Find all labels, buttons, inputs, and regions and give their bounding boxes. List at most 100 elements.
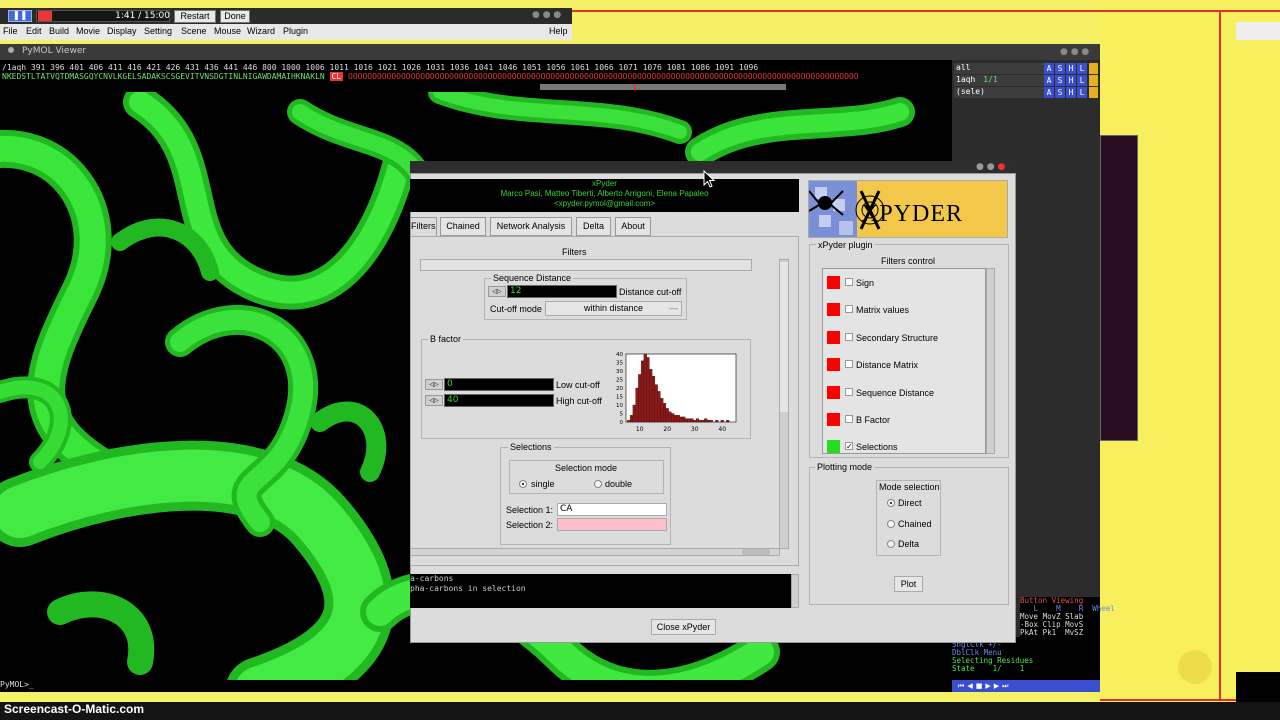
menu-setting[interactable]: Setting [144, 26, 172, 36]
object-a-button[interactable]: A [1044, 87, 1054, 98]
object-row[interactable]: 1aqh 1/1 [954, 75, 1044, 86]
pause-button[interactable]: ❚❚ [8, 10, 32, 22]
object-h-button[interactable]: H [1066, 75, 1076, 86]
object-row[interactable]: (sele) [954, 87, 1044, 98]
done-button[interactable]: Done [220, 10, 250, 23]
object-h-button[interactable]: H [1066, 63, 1076, 74]
sequence-cl[interactable]: CL [329, 72, 344, 81]
filter-color-swatch[interactable] [827, 303, 840, 317]
filter-checkbox[interactable] [845, 278, 853, 286]
object-a-button[interactable]: A [1044, 63, 1054, 74]
restart-button[interactable]: Restart [174, 10, 216, 23]
tab-about[interactable]: About [615, 217, 651, 236]
low-cutoff-spinner[interactable]: ◁▷ [425, 379, 443, 390]
object-color-button[interactable] [1089, 87, 1098, 98]
object-l-button[interactable]: L [1077, 87, 1087, 98]
filter-checkbox[interactable] [845, 387, 853, 396]
rewind-icon[interactable]: ⏮ [958, 682, 964, 691]
histogram-bar [629, 415, 634, 423]
plot-mode-radio-direct[interactable] [887, 499, 895, 507]
menu-plugin[interactable]: Plugin [283, 26, 308, 36]
menu-edit[interactable]: Edit [26, 26, 42, 36]
xpyder-window-controls-icon[interactable]: ● ● ● [976, 162, 1012, 172]
viewer-title: PyMOL Viewer [22, 46, 87, 56]
menu-build[interactable]: Build [49, 26, 69, 36]
log-scrollbar[interactable] [791, 574, 799, 608]
distance-cutoff-input[interactable]: 12 [507, 285, 617, 298]
tab-chained[interactable]: Chained [440, 217, 486, 236]
command-line[interactable]: PyMOL>_ [0, 680, 952, 692]
stop-icon[interactable]: ■ [976, 682, 983, 691]
filter-checkbox[interactable] [845, 332, 853, 341]
filter-color-swatch[interactable] [827, 358, 840, 372]
sequence-viewer[interactable]: /1aqh 391 396 401 406 411 416 421 426 43… [0, 60, 952, 92]
object-s-button[interactable]: S [1055, 75, 1065, 86]
plot-button[interactable]: Plot [894, 576, 923, 592]
close-xpyder-button[interactable]: Close xPyder [651, 619, 716, 635]
object-l-button[interactable]: L [1077, 63, 1087, 74]
menu-scene[interactable]: Scene [181, 26, 207, 36]
menu-file[interactable]: File [3, 26, 18, 36]
object-color-button[interactable] [1089, 63, 1098, 74]
window-controls-icon[interactable]: ● ● ● [532, 10, 568, 20]
filter-color-swatch[interactable] [827, 330, 840, 344]
object-l-button[interactable]: L [1077, 75, 1087, 86]
menu-help[interactable]: Help [549, 26, 568, 36]
histogram-bar [693, 420, 697, 423]
menu-wizard[interactable]: Wizard [247, 26, 275, 36]
tab-delta[interactable]: Delta [576, 217, 611, 236]
step-forward-icon[interactable]: ▶ [994, 682, 999, 691]
filters-control-scrollbar[interactable] [986, 268, 995, 454]
high-cutoff-spinner[interactable]: ◁▷ [425, 395, 443, 406]
object-s-button[interactable]: S [1055, 87, 1065, 98]
viewer-titlebar [0, 44, 1100, 60]
movie-player-controls[interactable]: ⏮ ◀ ■ ▶ ▶ ⏭ [952, 680, 1100, 692]
histogram-bar [627, 420, 631, 423]
filter-color-swatch[interactable] [827, 276, 840, 289]
menu-movie[interactable]: Movie [76, 26, 100, 36]
sequence-residues[interactable]: NKEDSTLTATVQTDMASGQYCNVLKGELSADAKSCSGEVI… [2, 72, 859, 81]
object-s-button[interactable]: S [1055, 63, 1065, 74]
plot-mode-radio-chained[interactable] [887, 519, 895, 528]
filters-scrollbar-horizontal[interactable] [410, 548, 780, 556]
filter-color-swatch[interactable] [827, 385, 840, 399]
step-back-icon[interactable]: ◀ [967, 682, 972, 691]
selection2-input[interactable] [557, 518, 667, 531]
filter-color-swatch[interactable] [827, 440, 840, 454]
low-cutoff-label: Low cut-off [556, 380, 600, 390]
viewer-window-controls-icon[interactable]: ● ● ● [1060, 47, 1098, 57]
menu-display[interactable]: Display [107, 26, 137, 36]
filter-checkbox[interactable] [845, 415, 853, 423]
object-name: (sele) [956, 87, 985, 96]
filters-scroll-thumb[interactable] [780, 262, 788, 412]
high-cutoff-input[interactable]: 40 [444, 394, 554, 407]
distance-spinner[interactable]: ◁▷ [488, 286, 506, 297]
plot-mode-radio-delta[interactable] [887, 540, 895, 548]
object-row[interactable]: all [954, 63, 1044, 74]
play-icon[interactable]: ▶ [985, 682, 990, 691]
sequence-residue-text[interactable]: NKEDSTLTATVQTDMASGQYCNVLKGELSADAKSCSGEVI… [2, 72, 325, 81]
filter-checkbox[interactable] [845, 305, 853, 314]
radio-double[interactable] [594, 480, 602, 488]
sequence-tail[interactable]: OOOOOOOOOOOOOOOOOOOOOOOOOOOOOOOOOOOOOOOO… [348, 72, 859, 81]
low-cutoff-input[interactable]: 0 [444, 378, 554, 391]
histogram-bar [687, 418, 691, 423]
window-menu-icon[interactable] [8, 47, 14, 53]
menu-mouse[interactable]: Mouse [214, 26, 241, 36]
tab-filters[interactable]: Filters [410, 217, 437, 236]
selection1-input[interactable]: CA [557, 503, 667, 516]
filter-color-swatch[interactable] [827, 413, 840, 426]
radio-single[interactable] [519, 480, 527, 488]
log-line-1: a-carbons [410, 574, 454, 583]
object-h-button[interactable]: H [1066, 87, 1076, 98]
cutoff-mode-dropdown[interactable]: within distance — [545, 301, 682, 316]
object-a-button[interactable]: A [1044, 75, 1054, 86]
object-name: all [956, 63, 971, 72]
sequence-scrollbar[interactable] [540, 84, 786, 90]
filter-checkbox[interactable]: ✓ [845, 442, 853, 451]
filter-checkbox[interactable] [845, 360, 853, 369]
tab-network-analysis[interactable]: Network Analysis [490, 217, 572, 236]
fast-forward-icon[interactable]: ⏭ [1002, 682, 1008, 691]
object-color-button[interactable] [1089, 75, 1098, 86]
filters-hscroll-thumb[interactable] [742, 549, 770, 555]
